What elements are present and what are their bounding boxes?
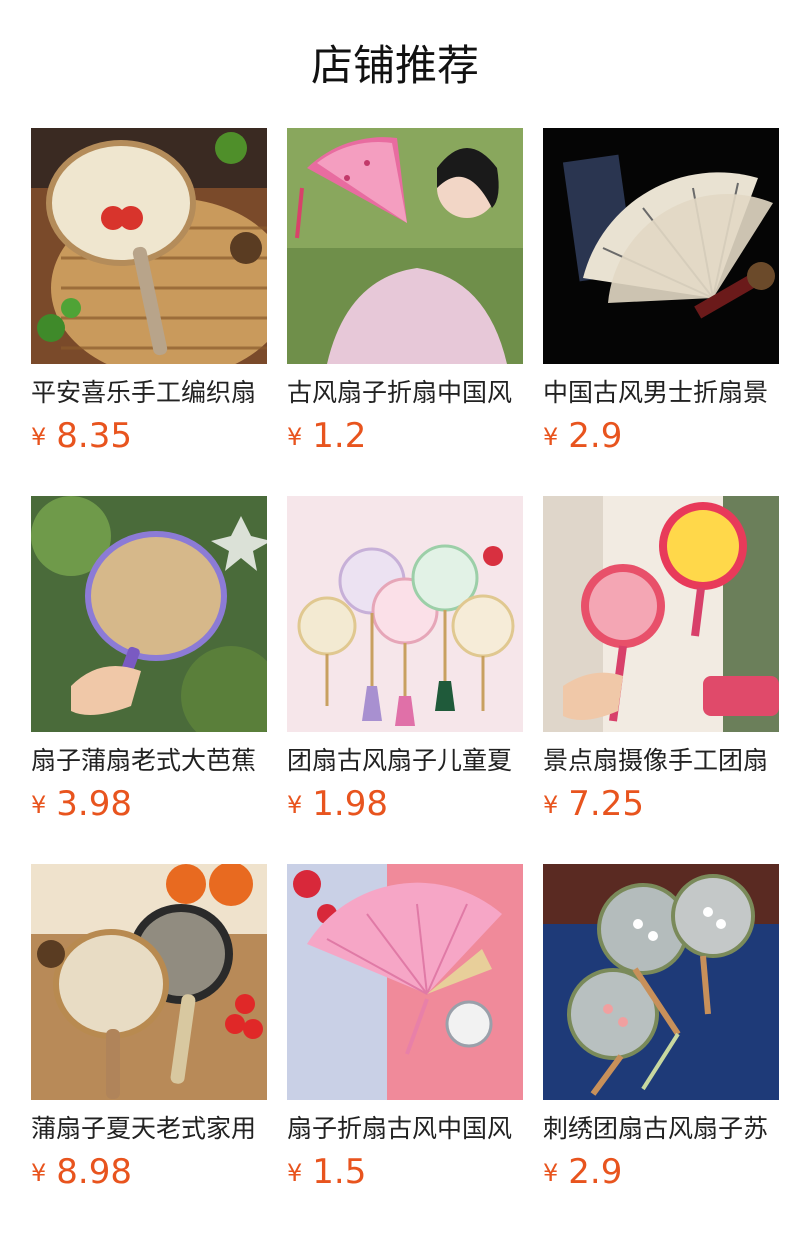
currency-symbol: ¥ [543,791,559,819]
product-price: ¥2.9 [543,416,779,462]
currency-symbol: ¥ [287,423,303,451]
product-grid: 平安喜乐手工编织扇 ¥8.35 古风扇子折扇中国风 ¥1.2 中国古风男士折扇景… [31,128,779,1194]
product-card[interactable]: 景点扇摄像手工团扇 ¥7.25 [543,496,779,826]
product-name[interactable]: 中国古风男士折扇景 [543,376,779,410]
currency-symbol: ¥ [543,423,559,451]
product-price: ¥1.5 [287,1152,523,1198]
product-card[interactable]: 古风扇子折扇中国风 ¥1.2 [287,128,523,458]
price-amount: 1.98 [312,784,388,824]
product-price: ¥3.98 [31,784,267,830]
product-name[interactable]: 团扇古风扇子儿童夏 [287,744,523,778]
product-image[interactable] [287,128,523,364]
currency-symbol: ¥ [543,1159,559,1187]
price-amount: 1.5 [312,1152,367,1192]
product-card[interactable]: 刺绣团扇古风扇子苏 ¥2.9 [543,864,779,1194]
product-name[interactable]: 古风扇子折扇中国风 [287,376,523,410]
product-name[interactable]: 平安喜乐手工编织扇 [31,376,267,410]
product-price: ¥8.98 [31,1152,267,1198]
product-card[interactable]: 中国古风男士折扇景 ¥2.9 [543,128,779,458]
product-name[interactable]: 蒲扇子夏天老式家用 [31,1112,267,1146]
price-amount: 8.98 [56,1152,132,1192]
price-amount: 8.35 [56,416,132,456]
price-amount: 1.2 [312,416,367,456]
product-image[interactable] [543,128,779,364]
product-price: ¥2.9 [543,1152,779,1198]
currency-symbol: ¥ [31,1159,47,1187]
product-name[interactable]: 扇子蒲扇老式大芭蕉 [31,744,267,778]
product-name[interactable]: 扇子折扇古风中国风 [287,1112,523,1146]
product-price: ¥8.35 [31,416,267,462]
price-amount: 3.98 [56,784,132,824]
product-name[interactable]: 景点扇摄像手工团扇 [543,744,779,778]
currency-symbol: ¥ [31,423,47,451]
product-image[interactable] [287,496,523,732]
section-title: 店铺推荐 [310,41,479,90]
product-card[interactable]: 扇子蒲扇老式大芭蕉 ¥3.98 [31,496,267,826]
product-name[interactable]: 刺绣团扇古风扇子苏 [543,1112,779,1146]
product-card[interactable]: 蒲扇子夏天老式家用 ¥8.98 [31,864,267,1194]
product-image[interactable] [31,496,267,732]
product-image[interactable] [543,496,779,732]
product-card[interactable]: 扇子折扇古风中国风 ¥1.5 [287,864,523,1194]
product-image[interactable] [31,128,267,364]
price-amount: 2.9 [568,416,623,456]
currency-symbol: ¥ [31,791,47,819]
product-image[interactable] [31,864,267,1100]
price-amount: 7.25 [568,784,644,824]
product-image[interactable] [287,864,523,1100]
product-price: ¥1.2 [287,416,523,462]
price-amount: 2.9 [568,1152,623,1192]
product-image[interactable] [543,864,779,1100]
product-card[interactable]: 团扇古风扇子儿童夏 ¥1.98 [287,496,523,826]
product-price: ¥1.98 [287,784,523,830]
product-price: ¥7.25 [543,784,779,830]
product-card[interactable]: 平安喜乐手工编织扇 ¥8.35 [31,128,267,458]
currency-symbol: ¥ [287,1159,303,1187]
currency-symbol: ¥ [287,791,303,819]
